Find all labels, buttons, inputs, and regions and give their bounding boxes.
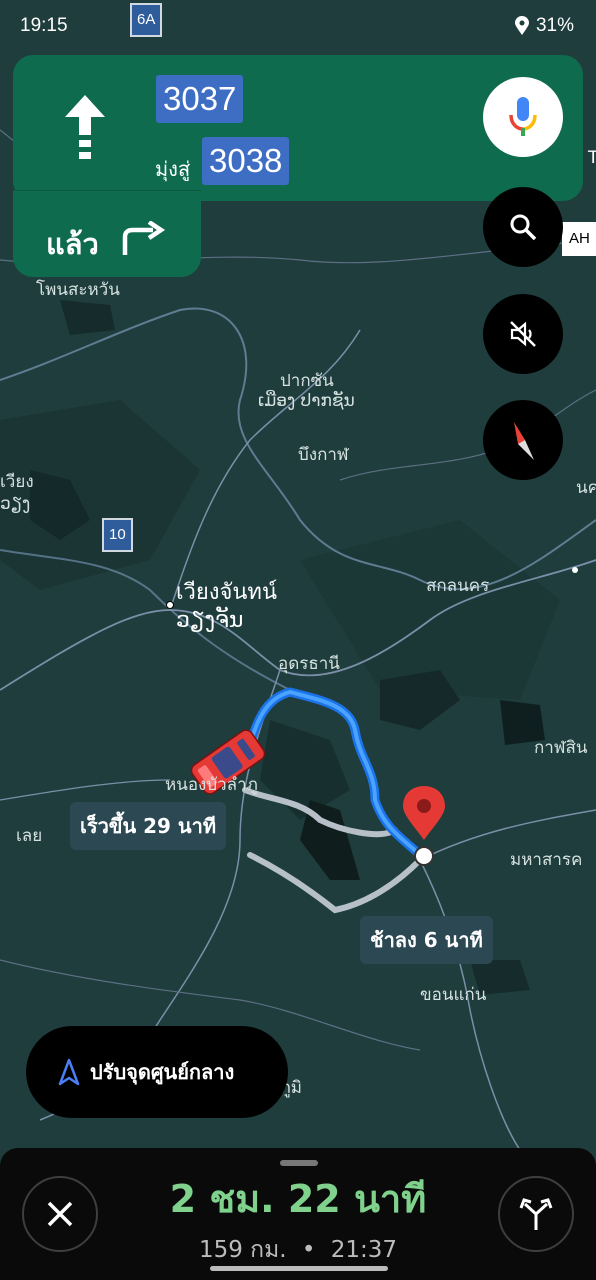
drag-handle[interactable] — [280, 1160, 318, 1166]
mute-button[interactable] — [483, 294, 563, 374]
place-label: ปากซัน — [280, 371, 334, 391]
toward-road-shield: 3038 — [202, 137, 290, 185]
place-label: นค — [576, 478, 596, 498]
place-label: หนองบัวลำภู — [165, 775, 258, 795]
voice-search-button[interactable] — [483, 77, 563, 157]
home-indicator[interactable] — [210, 1266, 388, 1271]
toward-label: มุ่งสู่ — [155, 157, 191, 181]
straight-arrow-icon — [65, 95, 105, 159]
alternate-routes-button[interactable] — [498, 1176, 574, 1252]
place-label: ວຽງ — [0, 494, 31, 514]
city-marker — [572, 567, 578, 573]
arrival-time: 21:37 — [330, 1237, 398, 1263]
next-turn-card[interactable]: แล้ว — [13, 190, 201, 277]
primary-road-shield: 3037 — [156, 75, 244, 123]
battery-level: 31% — [535, 15, 574, 36]
then-label: แล้ว — [46, 227, 99, 261]
place-label: โพนสะหวัน — [36, 280, 120, 300]
status-bar: 19:15 31% — [0, 0, 596, 52]
compass-button[interactable] — [483, 400, 563, 480]
status-indicators: 31% — [514, 15, 574, 37]
status-time: 19:15 — [20, 15, 68, 36]
edge-label: AH — [569, 230, 590, 247]
turn-right-icon — [122, 221, 166, 255]
compass-icon — [514, 422, 534, 460]
highway-shield-edge: AH — [562, 222, 596, 256]
edge-label: T — [588, 148, 596, 168]
navigation-instruction-card[interactable]: 3037 มุ่งสู่ 3038 — [13, 55, 583, 201]
place-label: ขอนแก่น — [420, 985, 487, 1005]
highway-shield-label: 10 — [109, 526, 126, 543]
route-options-icon — [519, 1198, 553, 1230]
place-label: บึงกาฬ — [298, 445, 349, 465]
trip-distance: 159 กม. — [198, 1237, 287, 1263]
highway-shield: 10 — [102, 518, 133, 552]
search-button[interactable] — [483, 187, 563, 267]
microphone-icon — [509, 97, 537, 136]
city-label: ວຽງຈັນ — [176, 608, 244, 633]
search-icon — [510, 214, 537, 241]
city-marker — [166, 601, 174, 609]
trip-summary-panel[interactable]: 2 ชม. 22 นาที 159 กม. • 21:37 — [0, 1148, 596, 1280]
separator: • — [301, 1237, 316, 1263]
place-label: อุดรธานี — [278, 654, 340, 674]
route-label-faster[interactable]: เร็วขึ้น 29 นาที — [70, 802, 226, 850]
place-label: มหาสารค — [510, 850, 583, 870]
recenter-label: ปรับจุดศูนย์กลาง — [90, 1060, 235, 1084]
place-label: เวียง — [0, 472, 34, 492]
route-label-slower[interactable]: ช้าลง 6 นาที — [360, 916, 493, 964]
place-label: กาฬสิน — [534, 738, 588, 758]
place-label: เลย — [16, 826, 43, 846]
place-label: ເມືອງ ປາກຊັນ — [258, 391, 355, 411]
navigation-arrow-icon — [58, 1058, 80, 1086]
location-icon — [514, 16, 529, 35]
place-label: สกลนคร — [426, 576, 490, 596]
mute-icon — [510, 321, 536, 347]
city-label: เวียงจันทน์ — [176, 580, 277, 605]
recenter-button[interactable]: ปรับจุดศูนย์กลาง — [26, 1026, 288, 1118]
